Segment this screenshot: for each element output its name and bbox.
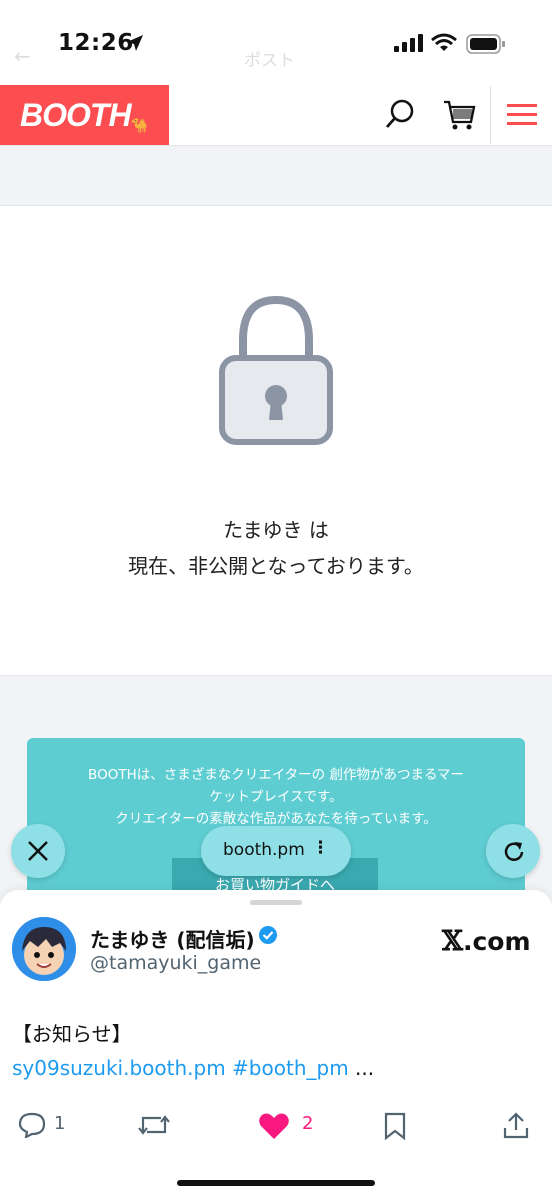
tweet-ellipsis: ... (348, 1056, 375, 1080)
reply-icon (18, 1112, 46, 1139)
booth-header: BOOTH🐪 (0, 84, 552, 146)
close-button[interactable] (11, 824, 65, 878)
x-logo-icon: 𝕏 (442, 926, 463, 957)
reply-action[interactable]: 1 (18, 1112, 65, 1139)
promo-line-2: ケットプレイスです。 (209, 789, 343, 805)
lock-icon (219, 296, 333, 445)
wifi-icon (431, 33, 457, 51)
private-message: たまゆき は 現在、非公開となっております。 (0, 512, 552, 584)
url-pill[interactable]: booth.pm ⋮ (201, 826, 351, 876)
camel-mark: 🐪 (130, 117, 148, 133)
battery-icon (466, 34, 505, 54)
x-com-text: .com (462, 927, 531, 956)
reload-button[interactable] (486, 824, 540, 878)
sheet-grabber[interactable] (250, 900, 302, 905)
repost-icon (138, 1115, 170, 1135)
clock: 12:26 (58, 30, 134, 56)
private-line-1: たまゆき は (223, 518, 329, 542)
more-options-icon[interactable]: ⋮ (312, 838, 329, 858)
reply-count: 1 (54, 1113, 66, 1134)
location-arrow-icon (127, 35, 143, 51)
tweet-text-line-2: sy09suzuki.booth.pm #booth_pm ... (12, 1056, 374, 1080)
header-divider (490, 86, 491, 144)
signal-icon (394, 34, 423, 52)
ghost-back-arrow: ← (14, 44, 31, 68)
tweet-text-line-1: 【お知らせ】 (12, 1022, 132, 1046)
url-text: booth.pm (223, 840, 305, 860)
like-count: 2 (302, 1113, 314, 1134)
share-action[interactable] (502, 1112, 530, 1139)
promo-card: BOOTHは、さまざまなクリエイターの 創作物があつまるマー ケットプレイスです… (27, 738, 525, 908)
user-handle[interactable]: @tamayuki_game (90, 952, 261, 974)
avatar-illustration (12, 917, 76, 981)
hamburger-menu-icon[interactable] (507, 102, 537, 128)
promo-line-1: BOOTHは、さまざまなクリエイターの 創作物があつまるマー (88, 767, 464, 783)
bookmark-icon (384, 1112, 406, 1141)
gray-band-top (0, 146, 552, 206)
verified-badge-icon (259, 926, 277, 944)
tweet-bottom-sheet: たまゆき (配信垢) @tamayuki_game 𝕏.com 【お知らせ】 s… (0, 890, 552, 1200)
booth-logo[interactable]: BOOTH🐪 (0, 85, 169, 145)
share-icon (503, 1112, 529, 1139)
x-com-link[interactable]: 𝕏.com (442, 926, 531, 957)
close-icon (28, 841, 48, 861)
reload-icon (504, 842, 524, 861)
logo-text: BOOTH (20, 97, 132, 133)
like-action[interactable]: 2 (258, 1112, 313, 1139)
private-line-2: 現在、非公開となっております。 (128, 554, 424, 578)
bookmark-action[interactable] (382, 1112, 408, 1141)
heart-icon (259, 1113, 289, 1139)
status-bar: ← ポスト 12:26 (0, 0, 552, 88)
tweet-link[interactable]: sy09suzuki.booth.pm #booth_pm (12, 1056, 349, 1080)
display-name[interactable]: たまゆき (配信垢) (90, 924, 255, 953)
ghost-title: ポスト (244, 51, 295, 71)
search-icon[interactable] (384, 98, 416, 130)
cart-icon[interactable] (442, 98, 476, 132)
avatar[interactable] (12, 917, 76, 981)
repost-action[interactable] (137, 1112, 171, 1138)
home-indicator[interactable] (177, 1180, 375, 1186)
